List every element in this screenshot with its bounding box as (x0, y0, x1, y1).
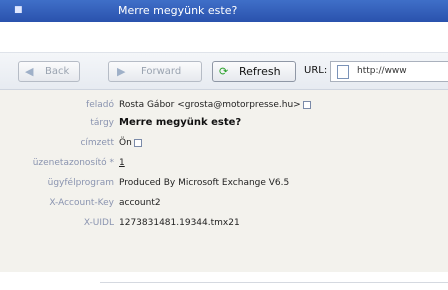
forward-button[interactable]: ▶ Forward (108, 61, 202, 82)
header-key: feladó (86, 100, 114, 110)
header-row-message-id: üzenetazonosító * 1 (0, 154, 448, 172)
window-titlebar: ■ Merre megyünk este? (0, 0, 448, 22)
header-key: ügyfélprogram (47, 178, 114, 188)
header-value: Ön (119, 134, 142, 152)
message-headers: feladó Rosta Gábor <grosta@motorpresse.h… (0, 90, 448, 272)
header-value: Rosta Gábor <grosta@motorpresse.hu> (119, 96, 311, 114)
blank-area (0, 22, 448, 53)
header-row-from: feladó Rosta Gábor <grosta@motorpresse.h… (0, 96, 448, 114)
refresh-button-label: Refresh (239, 65, 281, 78)
header-key: címzett (80, 138, 114, 148)
header-row-uidl: X-UIDL 1273831481.19344.tmx21 (0, 214, 448, 232)
url-field[interactable]: http://www (330, 61, 448, 82)
subject-value: Merre megyünk este? (119, 117, 242, 128)
refresh-icon: ⟳ (219, 65, 229, 78)
header-value: 1273831481.19344.tmx21 (119, 218, 240, 228)
header-key: X-UIDL (83, 218, 114, 228)
header-key: X-Account-Key (49, 198, 114, 208)
contact-checkbox[interactable] (302, 100, 311, 109)
page-document-icon (337, 65, 349, 79)
back-button[interactable]: ◀ Back (18, 61, 80, 82)
window-title: Merre megyünk este? (118, 4, 238, 17)
sender-text[interactable]: Rosta Gábor <grosta@motorpresse.hu> (119, 100, 301, 110)
contact-checkbox[interactable] (133, 138, 142, 147)
window-menu-icon[interactable]: ■ (14, 6, 24, 15)
header-value: Produced By Microsoft Exchange V6.5 (119, 178, 290, 188)
recipient-text[interactable]: Ön (119, 138, 132, 148)
header-row-user-agent: ügyfélprogram Produced By Microsoft Exch… (0, 174, 448, 192)
forward-button-label: Forward (141, 66, 182, 77)
back-arrow-icon: ◀ (25, 65, 34, 78)
message-body-divider (100, 282, 448, 283)
header-row-subject: tárgy Merre megyünk este? (0, 114, 448, 132)
refresh-button[interactable]: ⟳ Refresh (212, 61, 296, 82)
header-value: 1 (119, 154, 125, 172)
header-row-account-key: X-Account-Key account2 (0, 194, 448, 212)
header-value: account2 (119, 198, 161, 208)
header-key: üzenetazonosító * (32, 158, 114, 168)
forward-arrow-icon: ▶ (117, 65, 126, 78)
message-toolbar: ◀ Back ▶ Forward ⟳ Refresh URL: http://w… (0, 53, 448, 90)
header-key: tárgy (90, 118, 114, 128)
url-label: URL: (304, 65, 328, 76)
message-id-link[interactable]: 1 (119, 158, 125, 168)
back-button-label: Back (45, 66, 70, 77)
header-row-to: címzett Ön (0, 134, 448, 152)
url-value: http://www (357, 66, 407, 76)
